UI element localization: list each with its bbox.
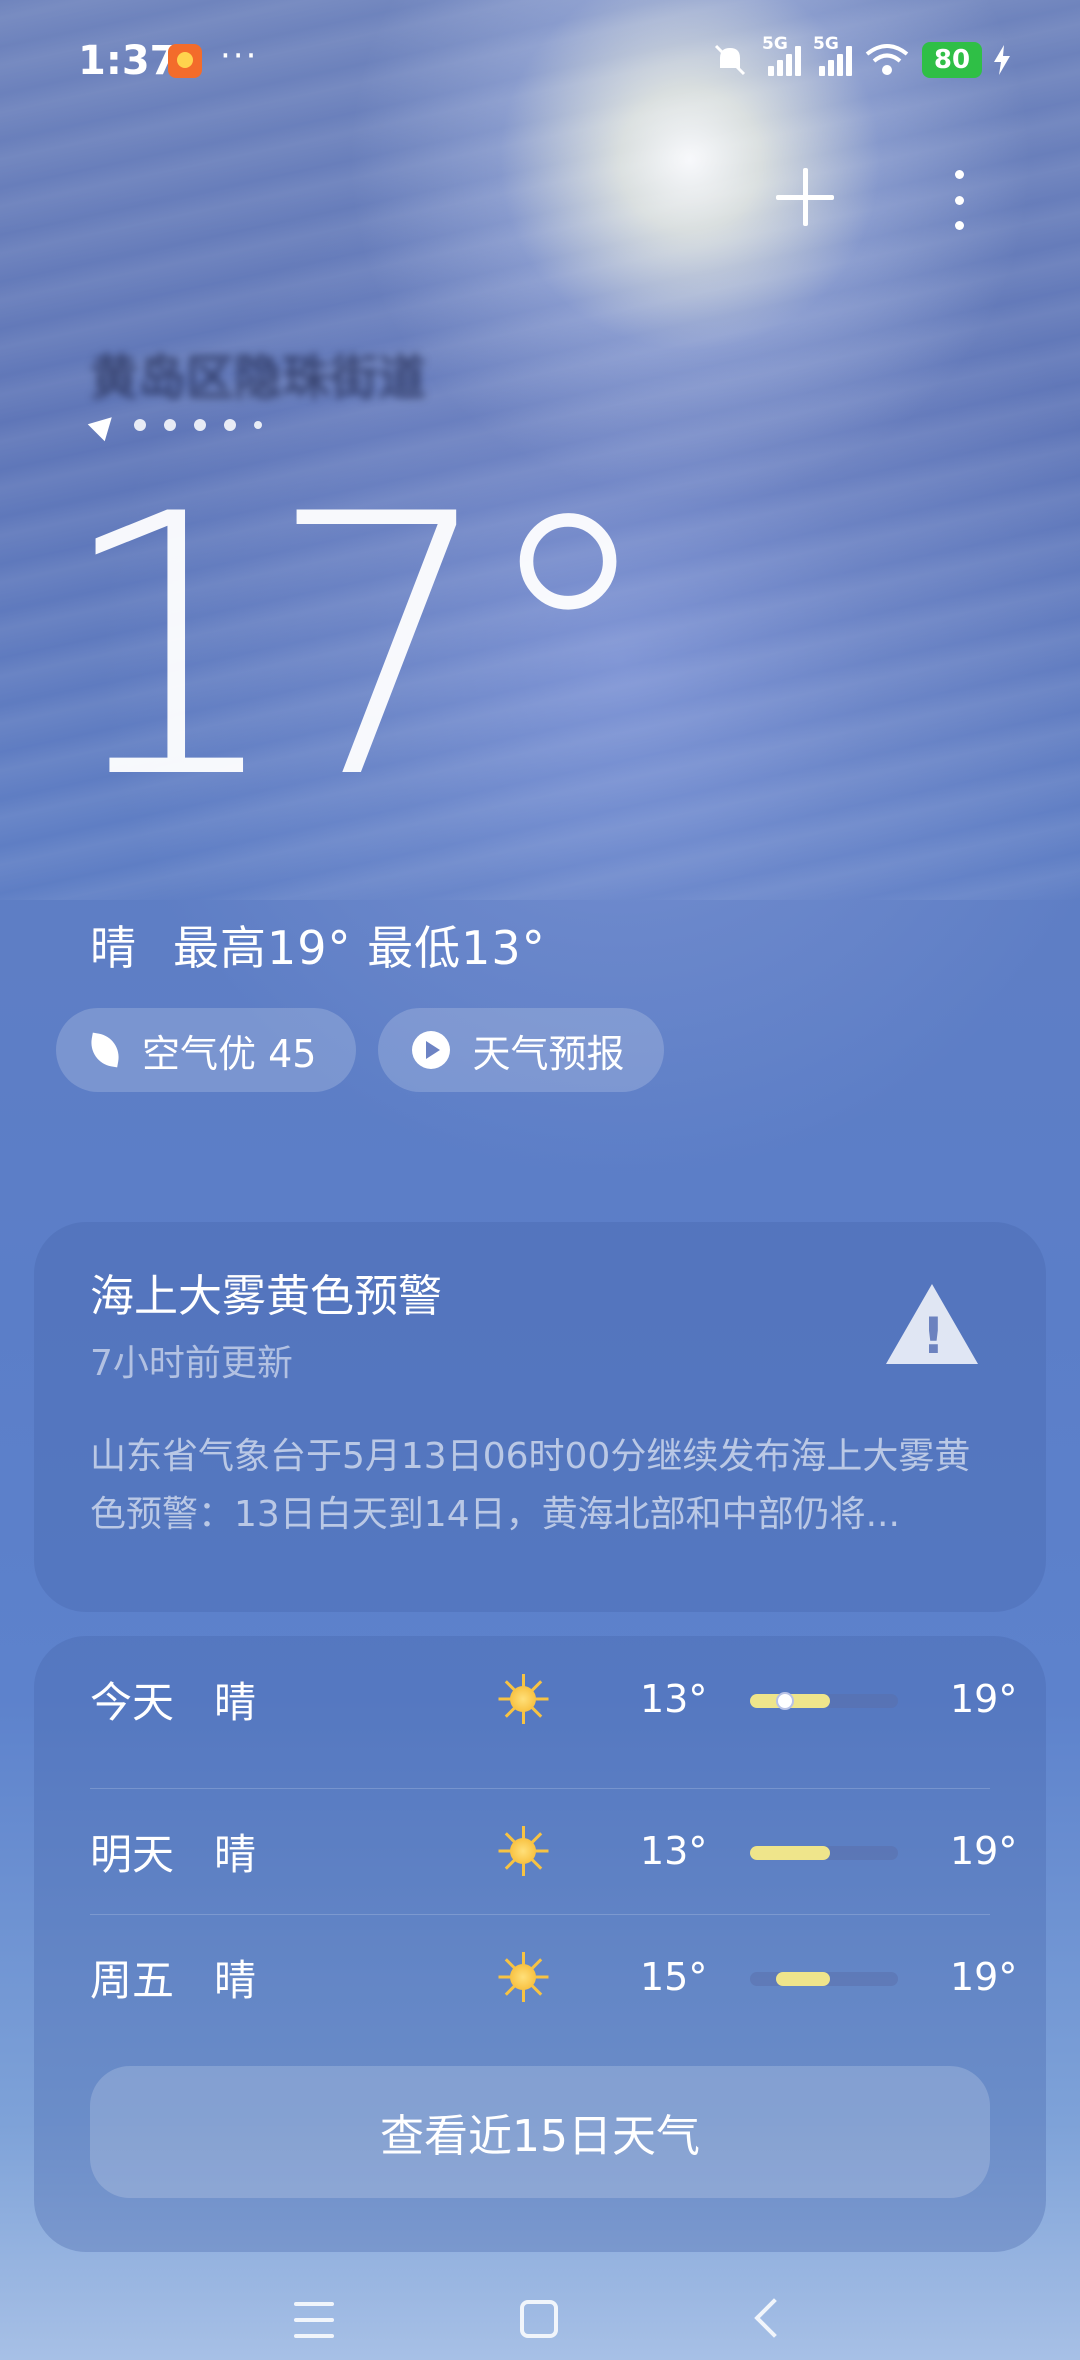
page-dot [254,421,262,429]
sun-icon [498,1674,549,1724]
warning-updated-time: 7小时前更新 [90,1343,293,1384]
daily-forecast-card: 今天 晴 13° 19° 明天 晴 13° 19° 周五 晴 15° 19° 查… [34,1636,1046,2252]
current-temp-marker [776,1692,794,1710]
forecast-low: 13° [640,1829,708,1873]
current-condition: 晴 [90,921,137,975]
city-page-indicator [87,408,262,442]
more-options-icon[interactable] [944,170,974,230]
page-dot [224,419,236,431]
play-icon [412,1031,451,1069]
forecast-row-friday[interactable]: 周五 晴 15° 19° [90,1914,1017,2040]
forecast-row-tomorrow[interactable]: 明天 晴 13° 19° [90,1788,1017,1914]
forecast-row-today[interactable]: 今天 晴 13° 19° [90,1636,1017,1762]
forecast-day: 周五 [90,1955,175,2005]
notification-app-icon [168,44,202,78]
charging-icon [994,45,1010,75]
forecast-low: 13° [640,1677,708,1721]
page-dot [194,419,206,431]
status-bar: 1:37 ··· 5G 5G 80 [0,0,1080,120]
location-arrow-icon [87,408,121,442]
recent-apps-icon[interactable] [294,2302,334,2338]
forecast-high: 19° [950,1955,1018,1999]
air-quality-chip[interactable]: 空气优 45 [56,1008,357,1092]
air-quality-label: 空气优 45 [142,1031,317,1076]
mute-icon [714,44,746,76]
location-name: 黄岛区隐珠街道 [90,350,427,406]
signal-icon-1: 5G [762,34,801,76]
forecast-high: 19° [950,1677,1018,1721]
signal-icon-2: 5G [813,34,852,76]
forecast-day: 今天 [90,1677,175,1727]
battery-indicator: 80 [922,42,982,78]
forecast-condition: 晴 [214,1677,257,1727]
high-low-temperature: 最高19° 最低13° [173,921,546,975]
weather-warning-card[interactable]: 海上大雾黄色预警 7小时前更新 ! 山东省气象台于5月13日06时00分继续发布… [34,1222,1046,1612]
home-icon[interactable] [520,2300,558,2338]
weather-forecast-label: 天气预报 [472,1031,625,1076]
status-icons: 5G 5G 80 [710,34,1010,82]
current-temperature: 17° [56,438,658,857]
status-time: 1:37 [78,38,178,84]
temperature-range-bar [750,1692,898,1710]
forecast-condition: 晴 [214,1955,257,2005]
page-dot [164,419,176,431]
forecast-day: 明天 [90,1829,175,1879]
leaf-icon [87,1032,123,1068]
exclamation-icon: ! [922,1307,945,1365]
temperature-range-bar [750,1972,898,1986]
temperature-range-bar [750,1846,898,1860]
status-more-indicator: ··· [220,36,259,76]
page-dot [134,419,146,431]
system-nav-bar [0,2290,1080,2360]
forecast-high: 19° [950,1829,1018,1873]
sun-icon [498,1952,549,2002]
info-chips: 空气优 45 天气预报 [56,1008,665,1092]
weather-summary: 晴 最高19° 最低13° [90,912,546,978]
weather-forecast-video-chip[interactable]: 天气预报 [378,1008,665,1092]
warning-description: 山东省气象台于5月13日06时00分继续发布海上大雾黄色预警：13日白天到14日… [90,1436,971,1535]
sun-icon [498,1826,549,1876]
warning-title: 海上大雾黄色预警 [90,1271,442,1322]
forecast-condition: 晴 [214,1829,257,1879]
wifi-icon [865,44,909,75]
back-icon[interactable] [754,2298,794,2338]
add-city-icon[interactable] [776,168,834,226]
view-15-day-forecast-button[interactable]: 查看近15日天气 [90,2066,990,2198]
forecast-low: 15° [640,1955,708,1999]
